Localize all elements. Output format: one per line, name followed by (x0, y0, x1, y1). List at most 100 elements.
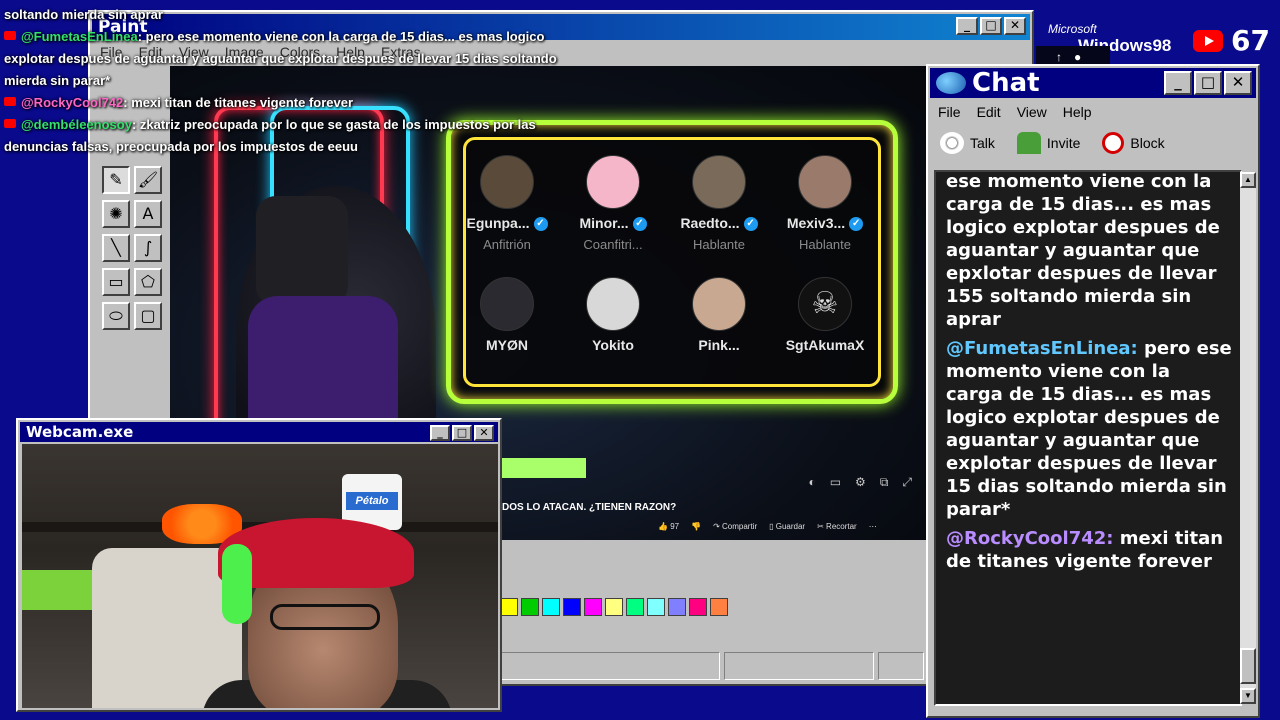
chat-menubar: File Edit View Help (938, 104, 1092, 120)
share-label: Compartir (722, 522, 758, 531)
participant-card[interactable]: Raedto... ✓ Hablante (665, 155, 773, 252)
overlay-chat-line: @dembéleenosoy: zkatriz preocupada por l… (4, 114, 564, 158)
participant-name: Egunpa... (466, 215, 530, 231)
line-tool-icon[interactable]: ╲ (102, 234, 130, 262)
youtube-icon (4, 31, 16, 40)
fullscreen-icon[interactable]: ⤢ (902, 475, 912, 490)
menu-file[interactable]: File (938, 104, 961, 120)
color-swatch[interactable] (626, 598, 644, 616)
participant-role: Hablante (798, 237, 852, 253)
participant-name: Yokito (592, 337, 634, 353)
talk-button[interactable]: Talk (940, 132, 995, 154)
block-label: Block (1130, 135, 1165, 151)
participant-card[interactable]: Yokito (559, 277, 667, 353)
gaming-chair (256, 196, 348, 306)
scroll-thumb[interactable] (1240, 648, 1256, 684)
avatar (798, 155, 852, 209)
color-swatch[interactable] (542, 598, 560, 616)
color-swatch[interactable] (668, 598, 686, 616)
overlay-chat-user: @FumetasEnLinea (21, 29, 138, 44)
chat-message-user: @FumetasEnLinea: (946, 338, 1138, 359)
color-swatch[interactable] (689, 598, 707, 616)
miniplayer-icon[interactable]: ⧉ (880, 475, 889, 490)
maximize-button[interactable]: □ (1194, 71, 1222, 95)
participant-card[interactable]: Mexiv3... ✓ Hablante (771, 155, 879, 252)
video-actions: 👍 97 👎 ↷ Compartir ▯ Guardar ✂ Recortar … (658, 522, 877, 531)
glasses (270, 604, 380, 630)
participant-card[interactable]: Pink... (665, 277, 773, 353)
menu-help[interactable]: Help (1063, 104, 1092, 120)
color-swatch[interactable] (647, 598, 665, 616)
maximize-button[interactable]: □ (980, 17, 1002, 35)
green-headset (222, 544, 252, 624)
block-button[interactable]: Block (1102, 132, 1165, 154)
participant-card[interactable]: Egunpa... ✓ Anfitrión (453, 155, 561, 252)
brush-tool-icon[interactable]: 🖌 (134, 166, 162, 194)
close-button[interactable]: ✕ (1224, 71, 1252, 95)
menu-edit[interactable]: Edit (977, 104, 1001, 120)
overlay-chat-text: soltando mierda sin aprar (4, 7, 163, 22)
scroll-up-icon[interactable]: ▲ (1240, 172, 1256, 188)
arrow-up-icon[interactable]: ↑ (1056, 50, 1062, 64)
chat-title: Chat (972, 68, 1040, 98)
polygon-tool-icon[interactable]: ⬠ (134, 268, 162, 296)
autoplay-toggle-icon[interactable]: ◐ (808, 475, 815, 489)
rectangle-tool-icon[interactable]: ▭ (102, 268, 130, 296)
overlay-chat-user: @RockyCool742 (21, 95, 124, 110)
participant-card[interactable]: MYØN (453, 277, 561, 353)
airbrush-tool-icon[interactable]: ✺ (102, 200, 130, 228)
dislike-icon[interactable]: 👎 (691, 522, 701, 531)
close-button[interactable]: ✕ (1004, 17, 1026, 35)
color-swatch[interactable] (584, 598, 602, 616)
webcam-window: Webcam.exe _ □ ✕ Pétalo (16, 418, 502, 712)
save-button[interactable]: ▯ Guardar (769, 522, 805, 531)
ellipse-tool-icon[interactable]: ⬭ (102, 302, 130, 330)
participant-name: MYØN (486, 337, 528, 353)
chat-scrollbar[interactable]: ▲ ▼ (1240, 172, 1256, 704)
chat-message-list: ese momento viene con la carga de 15 dia… (946, 172, 1232, 579)
spaces-panel: Egunpa... ✓ Anfitrión Minor... ✓ Coanfitri… (446, 120, 898, 404)
close-button[interactable]: ✕ (474, 425, 494, 441)
participant-name: Mexiv3... (786, 215, 846, 231)
notification-icon[interactable]: ● (1074, 50, 1081, 64)
overlay-chat-line: @RockyCool742: mexi titan de titanes vig… (4, 92, 564, 114)
minimize-button[interactable]: _ (430, 425, 450, 441)
rounded-rect-tool-icon[interactable]: ▢ (134, 302, 162, 330)
status-pane (878, 652, 924, 680)
chat-message-user: @RockyCool742: (946, 528, 1114, 549)
color-swatch[interactable] (563, 598, 581, 616)
more-options-icon[interactable]: ⋯ (869, 522, 877, 531)
color-swatch[interactable] (605, 598, 623, 616)
share-button[interactable]: ↷ Compartir (713, 522, 757, 531)
color-swatch[interactable] (710, 598, 728, 616)
settings-gear-icon[interactable]: ⚙ (855, 475, 866, 489)
maximize-button[interactable]: □ (452, 425, 472, 441)
overlay-chat: soltando mierda sin aprar @FumetasEnLine… (4, 4, 564, 158)
avatar (692, 277, 746, 331)
chat-message-area[interactable]: ese momento viene con la carga de 15 dia… (934, 170, 1242, 706)
subtitles-icon[interactable]: ▭ (830, 475, 841, 489)
participant-card[interactable]: ☠ SgtAkumaX (771, 277, 879, 353)
webcam-title: Webcam.exe (26, 423, 134, 441)
curve-tool-icon[interactable]: ∫ (134, 234, 162, 262)
chat-titlebar[interactable]: Chat _ □ ✕ (930, 68, 1256, 98)
minimize-button[interactable]: _ (1164, 71, 1192, 95)
menu-view[interactable]: View (1017, 104, 1047, 120)
participant-name: Pink... (698, 337, 740, 353)
microsoft-label: Microsoft (1048, 22, 1097, 36)
clip-button[interactable]: ✂ Recortar (817, 522, 857, 531)
webcam-titlebar[interactable]: Webcam.exe _ □ ✕ (20, 422, 498, 442)
video-title: DOS LO ATACAN. ¿TIENEN RAZON? (502, 502, 677, 513)
streamer-shirt (248, 296, 398, 426)
pencil-tool-icon[interactable]: ✎ (102, 166, 130, 194)
color-swatch[interactable] (500, 598, 518, 616)
minimize-button[interactable]: _ (956, 17, 978, 35)
text-tool-icon[interactable]: A (134, 200, 162, 228)
avatar (586, 277, 640, 331)
scroll-down-icon[interactable]: ▼ (1240, 688, 1256, 704)
participant-card[interactable]: Minor... ✓ Coanfitri... (559, 155, 667, 252)
like-button[interactable]: 👍 97 (658, 522, 679, 531)
color-swatch[interactable] (521, 598, 539, 616)
invite-button[interactable]: Invite (1016, 132, 1080, 154)
subscriber-counter: 67 (1193, 24, 1270, 57)
